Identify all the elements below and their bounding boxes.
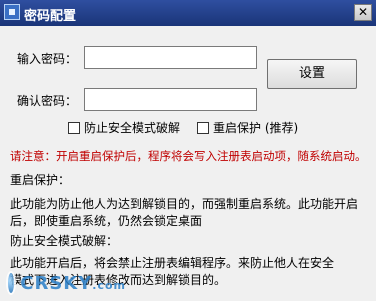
watermark-brand: CRSKY.com bbox=[20, 272, 126, 294]
title-bar[interactable]: 密码配置 ✕ bbox=[0, 0, 376, 26]
restart-protect-checkbox-box[interactable] bbox=[197, 121, 209, 134]
setup-button[interactable]: 设置 bbox=[267, 59, 357, 89]
restart-desc-line2: 后，即使重启系统，仍然会锁定桌面 bbox=[10, 214, 203, 228]
confirm-password-input[interactable] bbox=[84, 88, 257, 111]
password-label: 输入密码： bbox=[17, 52, 78, 66]
window-title: 密码配置 bbox=[24, 9, 77, 24]
crsky-watermark: CRSKY.com bbox=[6, 266, 126, 300]
password-config-dialog: 密码配置 ✕ 输入密码： 确认密码： 设置 防止安全模式破解 重启保护 (推荐)… bbox=[0, 0, 376, 301]
safe-mode-checkbox-label: 防止安全模式破解 bbox=[84, 121, 181, 135]
restart-notice: 请注意：开启重启保护后，程序将会写入注册表启动项，随系统启动。 bbox=[10, 149, 367, 163]
app-icon bbox=[4, 4, 20, 20]
safe-mode-heading: 防止安全模式破解： bbox=[10, 234, 119, 248]
password-input[interactable] bbox=[84, 46, 257, 69]
confirm-password-label: 确认密码： bbox=[17, 94, 78, 108]
safe-mode-checkbox-box[interactable] bbox=[68, 121, 80, 134]
restart-protect-checkbox-label: 重启保护 (推荐) bbox=[213, 121, 299, 135]
safe-mode-checkbox[interactable]: 防止安全模式破解 bbox=[68, 119, 180, 136]
restart-protect-checkbox[interactable]: 重启保护 (推荐) bbox=[197, 119, 298, 136]
restart-desc-line1: 此功能为防止他人为达到解锁目的，而强制重启系统。此功能开启 bbox=[10, 197, 359, 211]
crsky-logo-icon bbox=[6, 271, 17, 295]
restart-description: 此功能为防止他人为达到解锁目的，而强制重启系统。此功能开启 后，即使重启系统，仍… bbox=[10, 196, 370, 230]
close-button[interactable]: ✕ bbox=[354, 4, 372, 21]
restart-heading: 重启保护： bbox=[10, 173, 71, 187]
